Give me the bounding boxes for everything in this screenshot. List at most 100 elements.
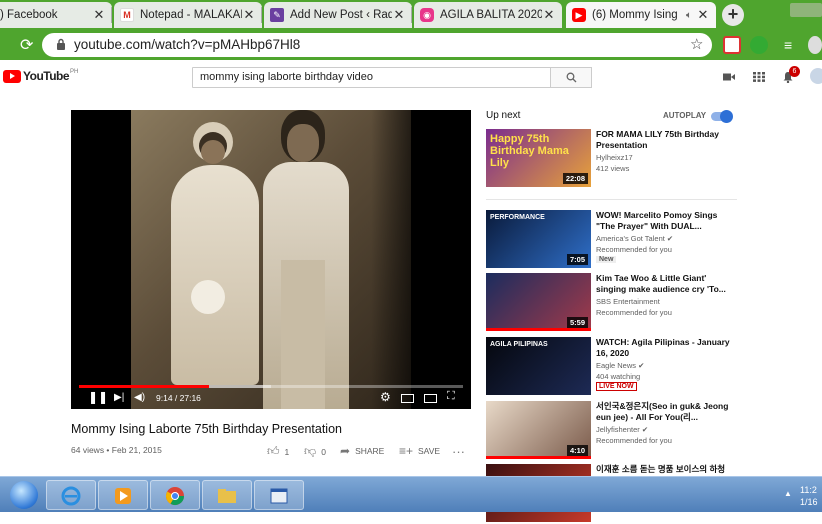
create-video-icon[interactable]: [723, 72, 735, 82]
theater-mode-icon[interactable]: [424, 394, 437, 403]
playlist-add-icon: ≡+: [399, 444, 414, 458]
search-button[interactable]: [550, 67, 592, 88]
card-title[interactable]: 서인국&정은지(Seo in guk& Jeong eun jee) - All…: [596, 401, 736, 423]
taskbar-app[interactable]: [254, 480, 304, 510]
thumbnail-text: Happy 75th Birthday Mama Lily: [490, 133, 569, 170]
card-views: 412 views: [596, 164, 630, 173]
clock-date: 1/16: [800, 497, 818, 507]
internet-explorer-icon: [61, 486, 81, 506]
speaker-icon[interactable]: 🔈︎: [686, 10, 692, 21]
share-arrow-icon: ➦: [340, 444, 351, 458]
card-views: 404 watching: [596, 372, 641, 381]
search-icon: [566, 72, 576, 83]
recommendation-card[interactable]: AGILA PILIPINAS WATCH: Agila Pilipinas - …: [486, 337, 738, 397]
avatar[interactable]: [810, 68, 822, 84]
time-current: 9:14: [156, 393, 173, 403]
thumbs-down-icon: 👎︎: [304, 444, 317, 458]
pause-icon[interactable]: ❚❚: [88, 390, 108, 404]
watched-progress-bar: [486, 456, 591, 459]
youtube-play-icon: [3, 69, 21, 83]
video-thumbnail[interactable]: Happy 75th Birthday Mama Lily 22:08: [486, 129, 591, 187]
tab-close-icon[interactable]: ✕: [542, 7, 556, 23]
new-tab-button[interactable]: +: [722, 4, 744, 26]
tab-mommy-ising[interactable]: ▶ (6) Mommy Ising 🔈︎ ✕: [566, 2, 716, 28]
tab-add-new-post[interactable]: ✎ Add New Post ‹ Radyo ✕: [264, 2, 412, 28]
taskbar-media-player[interactable]: [98, 480, 148, 510]
tab-facebook[interactable]: ) Facebook ✕: [0, 2, 112, 28]
sidebar-divider: [486, 199, 737, 200]
video-thumbnail[interactable]: 5:59: [486, 273, 591, 331]
card-title[interactable]: WATCH: Agila Pilipinas - January 16, 202…: [596, 337, 736, 359]
card-channel[interactable]: SBS Entertainment: [596, 297, 660, 306]
youtube-logo[interactable]: YouTube PH: [3, 69, 78, 83]
tab-close-icon[interactable]: ✕: [696, 7, 710, 23]
miniplayer-icon[interactable]: [401, 394, 414, 403]
logo-text: YouTube: [23, 69, 70, 83]
bookmark-star-icon[interactable]: ☆: [690, 35, 703, 53]
save-label: SAVE: [418, 446, 441, 456]
start-button[interactable]: [10, 481, 38, 509]
share-label: SHARE: [355, 446, 385, 456]
autoplay-toggle[interactable]: [711, 110, 733, 123]
extension-check-icon[interactable]: [750, 36, 768, 54]
address-bar[interactable]: youtube.com/watch?v=pMAHbp67Hl8 ☆: [42, 33, 712, 57]
tab-separator: [411, 7, 412, 23]
recommendation-card[interactable]: 5:59 Kim Tae Woo & Little Giant' singing …: [486, 273, 738, 333]
extension-icon[interactable]: [723, 36, 741, 54]
card-title[interactable]: FOR MAMA LILY 75th Birthday Presentation: [596, 129, 736, 151]
tray-expand-icon[interactable]: ▲: [784, 489, 792, 498]
taskbar-ie[interactable]: [46, 480, 96, 510]
tab-title: (6) Mommy Ising: [592, 9, 678, 21]
settings-gear-icon[interactable]: ⚙: [380, 390, 391, 404]
chrome-icon: [165, 487, 184, 506]
profile-icon[interactable]: [808, 36, 822, 54]
recommendation-card[interactable]: 4:10 서인국&정은지(Seo in guk& Jeong eun jee) -…: [486, 401, 738, 461]
tab-title: AGILA BALITA 2020-0: [440, 9, 542, 21]
video-progress-bar[interactable]: [79, 385, 463, 388]
volume-icon[interactable]: ◀): [134, 392, 145, 403]
app-window-icon: [270, 488, 288, 504]
windows-taskbar: ▲ 11:2 1/16: [0, 476, 822, 512]
video-player[interactable]: ❚❚ ▶| ◀) 9:14 / 27:16 ⚙ ⛶: [71, 110, 471, 409]
dislike-button[interactable]: 👎︎ 0: [304, 444, 326, 459]
window-controls[interactable]: [790, 3, 822, 17]
tab-agila-balita[interactable]: ◉ AGILA BALITA 2020-0 ✕: [414, 2, 562, 28]
card-channel[interactable]: Jellyfishenter ✔: [596, 425, 648, 434]
fullscreen-icon[interactable]: ⛶: [447, 390, 455, 403]
video-thumbnail[interactable]: AGILA PILIPINAS: [486, 337, 591, 395]
card-channel[interactable]: Hylheixz17: [596, 153, 633, 162]
card-title[interactable]: WOW! Marcelito Pomoy Sings "The Prayer" …: [596, 210, 736, 232]
apps-grid-icon[interactable]: [753, 72, 765, 82]
card-channel[interactable]: America's Got Talent ✔: [596, 234, 673, 243]
dislike-count: 0: [321, 446, 326, 457]
system-clock[interactable]: 11:2 1/16: [800, 484, 818, 508]
youtube-icon: ▶: [572, 8, 586, 22]
taskbar-explorer[interactable]: [202, 480, 252, 510]
taskbar-chrome[interactable]: [150, 480, 200, 510]
time-display: 9:14 / 27:16: [156, 393, 201, 403]
card-channel[interactable]: Eagle News ✔: [596, 361, 644, 370]
search-input[interactable]: mommy ising laborte birthday video: [192, 67, 551, 88]
next-video-icon[interactable]: ▶|: [114, 392, 124, 403]
tab-close-icon[interactable]: ✕: [392, 7, 406, 23]
share-button[interactable]: ➦ SHARE: [340, 444, 384, 458]
lock-icon: [57, 38, 65, 50]
tab-close-icon[interactable]: ✕: [242, 7, 256, 23]
reload-icon[interactable]: ⟳: [20, 35, 33, 55]
tab-close-icon[interactable]: ✕: [92, 7, 106, 23]
video-thumbnail[interactable]: PERFORMANCE 7:05: [486, 210, 591, 268]
tab-notepad[interactable]: M Notepad - MALAKAN ✕: [114, 2, 262, 28]
menu-list-icon[interactable]: ≡: [784, 36, 802, 54]
tab-title: Notepad - MALAKAN: [140, 9, 242, 21]
more-actions-icon[interactable]: ···: [452, 444, 465, 459]
card-views: Recommended for you: [596, 436, 672, 445]
recommendation-card[interactable]: Happy 75th Birthday Mama Lily 22:08 FOR MA…: [486, 129, 738, 189]
recommendation-card[interactable]: PERFORMANCE 7:05 WOW! Marcelito Pomoy Sing…: [486, 210, 738, 270]
save-button[interactable]: ≡+ SAVE: [399, 444, 440, 458]
card-title[interactable]: Kim Tae Woo & Little Giant' singing make…: [596, 273, 736, 295]
video-thumbnail[interactable]: 4:10: [486, 401, 591, 459]
video-frame: [131, 110, 411, 409]
like-button[interactable]: 👍︎ 1: [267, 444, 289, 459]
card-views: Recommended for you: [596, 245, 672, 254]
app-icon: ◉: [420, 8, 434, 22]
